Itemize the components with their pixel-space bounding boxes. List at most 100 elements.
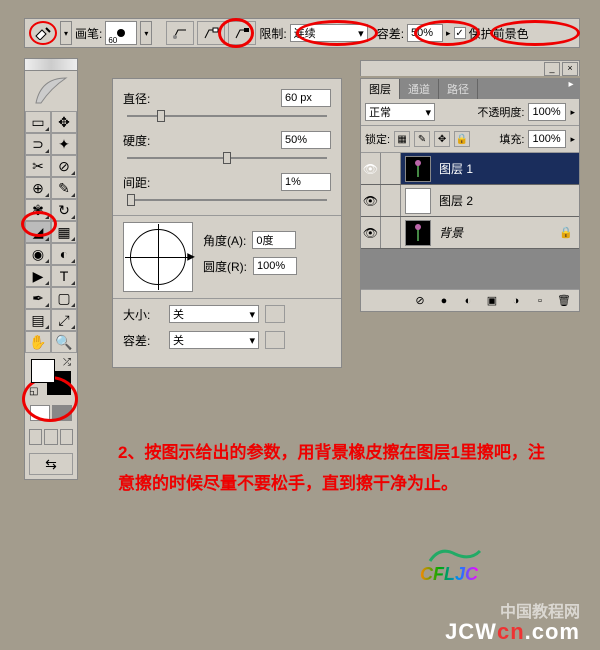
layer-thumbnail[interactable]	[405, 220, 431, 246]
close-icon[interactable]: ×	[562, 62, 578, 76]
foreground-color[interactable]	[31, 359, 55, 383]
tab-paths[interactable]: 路径	[439, 79, 478, 99]
sampling-once-icon[interactable]	[197, 21, 225, 45]
standard-mode[interactable]	[30, 405, 50, 421]
crop-tool[interactable]: ✂	[25, 155, 51, 177]
layer-thumbnail[interactable]	[405, 156, 431, 182]
tab-layers[interactable]: 图层	[361, 79, 400, 99]
gradient-tool[interactable]: ▦	[51, 221, 77, 243]
tab-channels[interactable]: 通道	[400, 79, 439, 99]
limit-select[interactable]: 连续▾	[290, 24, 368, 42]
brush-tool[interactable]: ✎	[51, 177, 77, 199]
eraser-tool[interactable]: ◢	[25, 221, 51, 243]
fill-input[interactable]	[528, 130, 566, 148]
visibility-icon[interactable]: 👁	[361, 185, 381, 216]
bg-eraser-tool-icon[interactable]	[29, 21, 57, 45]
brush-dropdown[interactable]: ▾	[140, 21, 152, 45]
opacity-stepper[interactable]: ▸	[570, 107, 575, 118]
spacing-input[interactable]	[281, 173, 331, 191]
type-tool[interactable]: T	[51, 265, 77, 287]
lock-paint-icon[interactable]: ✎	[414, 131, 430, 147]
delete-layer-icon[interactable]: 🗑	[555, 293, 573, 309]
panel-menu-icon[interactable]: ▸	[563, 79, 579, 99]
lock-transparency-icon[interactable]: ▦	[394, 131, 410, 147]
visibility-icon[interactable]: 👁	[361, 217, 381, 248]
size-bg-icon[interactable]	[265, 305, 285, 323]
layer-mask-icon[interactable]: ◐	[459, 293, 477, 309]
pen-tool[interactable]: ✒	[25, 287, 51, 309]
layer-item-1[interactable]: 👁 图层 1	[361, 153, 579, 185]
layer-name[interactable]: 图层 1	[435, 160, 579, 177]
layer-item-2[interactable]: 👁 图层 2	[361, 185, 579, 217]
tool-preset-dropdown[interactable]: ▾	[60, 21, 72, 45]
hardness-input[interactable]	[281, 131, 331, 149]
protect-fg-checkbox[interactable]: ✓	[454, 27, 466, 39]
angle-diagram[interactable]: ▶	[123, 222, 193, 292]
blur-tool[interactable]: ◉	[25, 243, 51, 265]
tolerance-bg-icon[interactable]	[265, 331, 285, 349]
tolerance-input[interactable]	[407, 24, 443, 42]
heal-tool[interactable]: ⊕	[25, 177, 51, 199]
link-layers-icon[interactable]: ⊘	[411, 293, 429, 309]
eyedrop-tool[interactable]: ⤢	[51, 309, 77, 331]
default-colors-icon[interactable]: ◱	[29, 386, 38, 397]
zoom-tool[interactable]: 🔍	[51, 331, 77, 353]
layers-panel-titlebar[interactable]: _ ×	[360, 60, 580, 76]
lock-all-icon[interactable]: 🔒	[454, 131, 470, 147]
visibility-icon[interactable]: 👁	[361, 153, 381, 184]
diameter-input[interactable]	[281, 89, 331, 107]
palette-drag-handle[interactable]	[25, 59, 77, 71]
angle-input[interactable]	[252, 231, 296, 249]
spacing-slider[interactable]	[127, 199, 327, 201]
lock-move-icon[interactable]: ✥	[434, 131, 450, 147]
sampling-continuous-icon[interactable]	[166, 21, 194, 45]
lasso-tool[interactable]: ⊃	[25, 133, 51, 155]
color-swatches[interactable]: ⤮ ◱	[29, 357, 73, 397]
history-brush-tool[interactable]: ↻	[51, 199, 77, 221]
brush-preview[interactable]: 60	[105, 21, 137, 45]
notes-tool[interactable]: ▤	[25, 309, 51, 331]
layer-list: 👁 图层 1 👁 图层 2 👁 背景 🔒	[361, 153, 579, 289]
diameter-slider[interactable]	[127, 115, 327, 117]
jump-to-icon[interactable]: ⇆	[29, 453, 73, 475]
shape-tool[interactable]: ▢	[51, 287, 77, 309]
roundness-input[interactable]	[253, 257, 297, 275]
hardness-slider[interactable]	[127, 157, 327, 159]
screen-mode-2[interactable]	[44, 429, 57, 445]
fill-stepper[interactable]: ▸	[570, 134, 575, 145]
swap-colors-icon[interactable]: ⤮	[63, 357, 71, 368]
tolerance-stepper[interactable]: ▸	[446, 28, 451, 39]
hand-tool[interactable]: ✋	[25, 331, 51, 353]
wand-tool[interactable]: ✦	[51, 133, 77, 155]
lock-label: 锁定:	[365, 131, 390, 147]
new-group-icon[interactable]: ▣	[483, 293, 501, 309]
screen-mode-1[interactable]	[29, 429, 42, 445]
tolerance-label: 容差:	[377, 25, 404, 42]
blend-mode-select[interactable]: 正常▾	[365, 103, 435, 121]
stamp-tool[interactable]: ✾	[25, 199, 51, 221]
watermark-url: JCWcn.com	[445, 619, 580, 645]
quickmask-mode[interactable]	[52, 405, 72, 421]
screen-mode-3[interactable]	[60, 429, 73, 445]
ps-feather-icon	[25, 71, 77, 111]
slice-tool[interactable]: ⊘	[51, 155, 77, 177]
link-cell[interactable]	[381, 217, 401, 248]
layer-item-bg[interactable]: 👁 背景 🔒	[361, 217, 579, 249]
layer-thumbnail[interactable]	[405, 188, 431, 214]
minimize-icon[interactable]: _	[544, 62, 560, 76]
sampling-swatch-icon[interactable]	[228, 21, 256, 45]
dodge-tool[interactable]: ◐	[51, 243, 77, 265]
link-cell[interactable]	[381, 185, 401, 216]
opacity-input[interactable]	[528, 103, 566, 121]
adjustment-icon[interactable]: ◑	[507, 293, 525, 309]
path-select-tool[interactable]: ▶	[25, 265, 51, 287]
marquee-tool[interactable]: ▭	[25, 111, 51, 133]
layer-name[interactable]: 背景	[435, 224, 559, 241]
link-cell[interactable]	[381, 153, 401, 184]
layer-name[interactable]: 图层 2	[435, 192, 579, 209]
tolerance-select[interactable]: 关▾	[169, 331, 259, 349]
layer-style-icon[interactable]: ●	[435, 293, 453, 309]
new-layer-icon[interactable]: ▫	[531, 293, 549, 309]
move-tool[interactable]: ✥	[51, 111, 77, 133]
size-select[interactable]: 关▾	[169, 305, 259, 323]
